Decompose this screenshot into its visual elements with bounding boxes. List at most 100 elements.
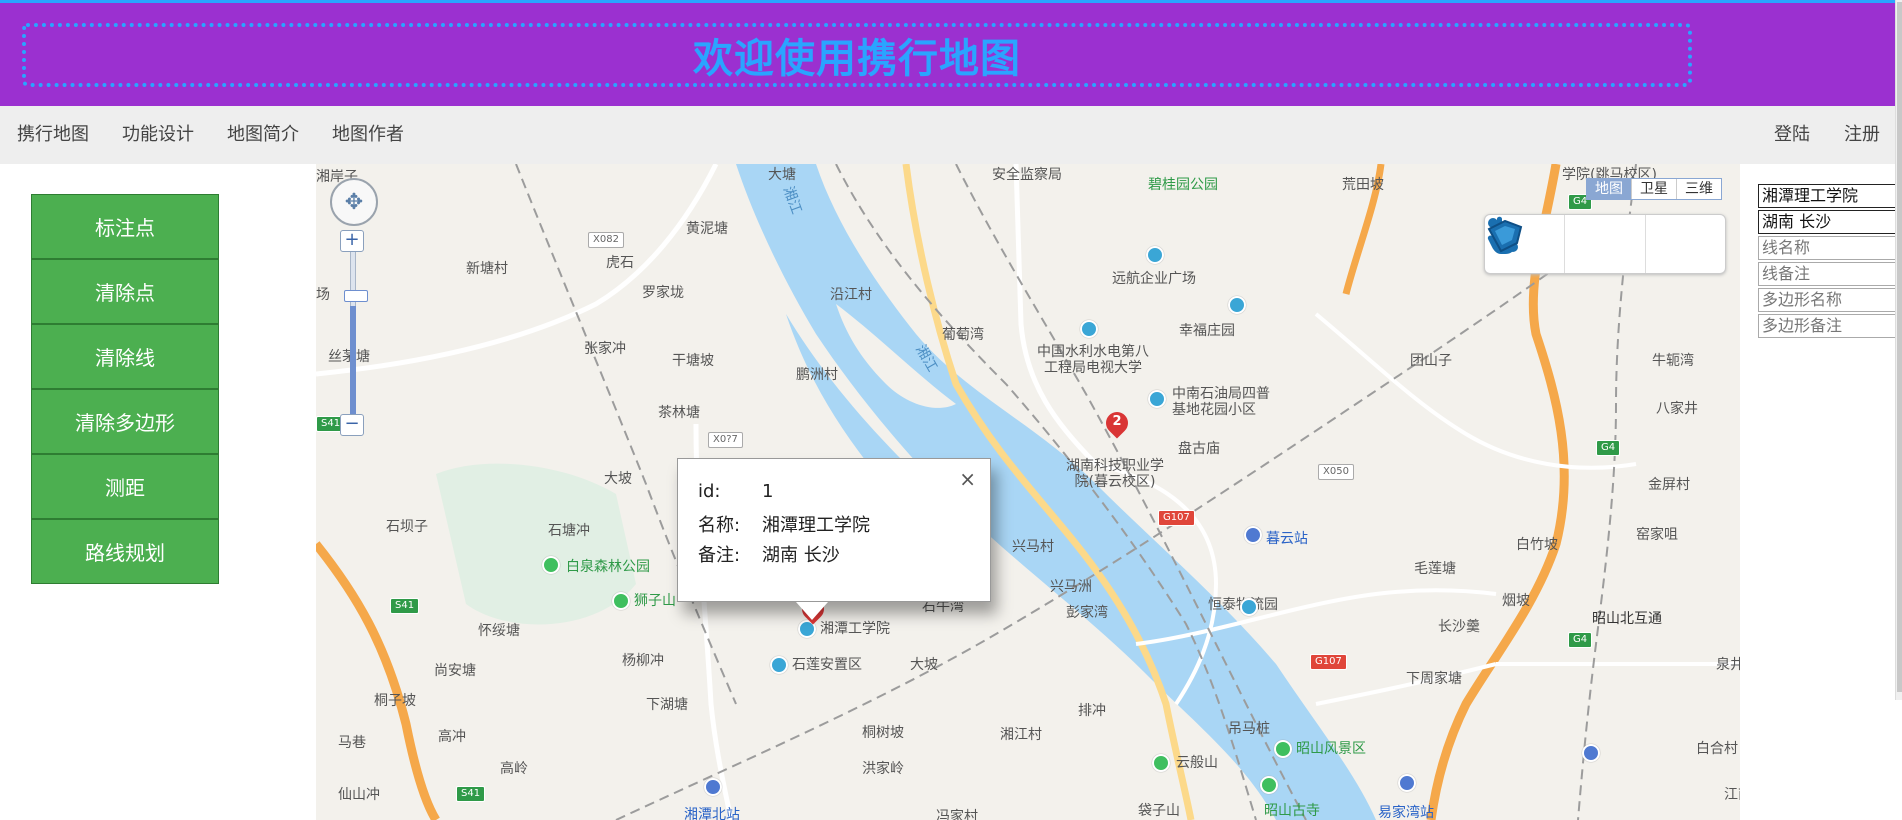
- poi-icon: [1146, 246, 1168, 264]
- station-icon: [704, 778, 726, 796]
- popup-value: 1: [762, 481, 774, 502]
- polygon-name-input[interactable]: 多边形名称: [1758, 288, 1898, 312]
- map-marker-2[interactable]: 2: [1101, 407, 1133, 440]
- map-type-map[interactable]: 地图: [1587, 179, 1631, 199]
- drawing-toolbar: [1484, 214, 1726, 274]
- place-label: 桐树坡: [862, 725, 904, 741]
- clear-points-button[interactable]: 清除点: [31, 259, 219, 324]
- place-label: 罗家垅: [642, 285, 684, 301]
- map-type-3d[interactable]: 三维: [1676, 179, 1721, 199]
- place-label: 兴马洲: [1050, 579, 1092, 595]
- place-label: 杨柳冲: [622, 653, 664, 669]
- map-type-switch: 地图 卫星 三维: [1586, 178, 1722, 200]
- road-shield: G107: [1158, 510, 1195, 526]
- place-label: 虎石: [606, 255, 634, 271]
- place-label: 尚安塘: [434, 663, 476, 679]
- poi-icon: [1148, 390, 1170, 408]
- place-label: 高岭: [500, 761, 528, 777]
- marker-number: 2: [1112, 414, 1122, 429]
- road-shield: X082: [588, 232, 624, 248]
- park-icon: [1152, 754, 1174, 772]
- place-label: 昭山北互通: [1592, 611, 1662, 627]
- popup-key: id:: [698, 481, 721, 502]
- page: 欢迎使用携行地图 携行地图 功能设计 地图简介 地图作者 登陆 注册 标注点 清…: [0, 0, 1902, 820]
- place-label: 暮云站: [1266, 531, 1308, 547]
- route-planning-button[interactable]: 路线规划: [31, 519, 219, 584]
- pan-control[interactable]: ✥: [330, 178, 378, 226]
- place-label: 葡萄湾: [942, 327, 984, 343]
- place-label: 袋子山: [1138, 803, 1180, 819]
- place-label: 金屏村: [1648, 477, 1690, 493]
- poi-icon: [1240, 598, 1262, 616]
- place-label: 桐子坡: [374, 693, 416, 709]
- clear-lines-button[interactable]: 清除线: [31, 324, 219, 389]
- zoom-handle[interactable]: [344, 290, 368, 302]
- place-label: 高冲: [438, 729, 466, 745]
- line-name-input[interactable]: 线名称: [1758, 236, 1898, 260]
- place-label: 场: [316, 287, 330, 303]
- place-label: 黄泥塘: [686, 221, 728, 237]
- place-label: 碧桂园公园: [1148, 177, 1218, 193]
- polygon-note-input[interactable]: 多边形备注: [1758, 314, 1898, 338]
- place-label: 仙山冲: [338, 787, 380, 803]
- info-popup: × id: 1 名称: 湘潭理工学院 备注: 湖南 长沙: [677, 458, 991, 620]
- road-shield: G107: [1310, 654, 1347, 670]
- map-type-satellite[interactable]: 卫星: [1631, 179, 1676, 199]
- place-label: 白泉森林公园: [566, 559, 650, 575]
- station-icon: [1398, 774, 1420, 792]
- mark-point-button[interactable]: 标注点: [31, 194, 219, 259]
- place-label: 荒田坡: [1342, 177, 1384, 193]
- place-label: 江南: [1724, 787, 1740, 803]
- place-label: 远航企业广场: [1112, 271, 1196, 287]
- zoom-fill: [350, 306, 356, 414]
- place-label: 泉井: [1716, 657, 1740, 673]
- nav-item-login[interactable]: 登陆: [1774, 106, 1810, 164]
- place-label: 茶林塘: [658, 405, 700, 421]
- nav-item-author[interactable]: 地图作者: [332, 106, 404, 164]
- nav-item-intro[interactable]: 地图简介: [227, 106, 299, 164]
- place-label: 沿江村: [830, 287, 872, 303]
- zoom-out-button[interactable]: −: [340, 414, 364, 436]
- road-shield: X050: [1318, 464, 1354, 480]
- tool-sidebar: 标注点 清除点 清除线 清除多边形 测距 路线规划: [31, 194, 219, 584]
- place-label: 大坡: [604, 471, 632, 487]
- polygon-icon: [1487, 219, 1523, 253]
- place-label: 昭山风景区: [1296, 741, 1366, 757]
- point-name-input[interactable]: 湘潭理工学院: [1758, 184, 1898, 208]
- place-label: 马巷: [338, 735, 366, 751]
- place-label: 鹏洲村: [796, 367, 838, 383]
- map-canvas[interactable]: 湘江 湘江 湘岸子 大塘 安全监察局 碧桂园公园 荒田坡 学院(跳马校区) 黄泥…: [316, 164, 1740, 820]
- line-note-input[interactable]: 线备注: [1758, 262, 1898, 286]
- zoom-slider[interactable]: [344, 236, 362, 414]
- draw-line-tool[interactable]: [1488, 215, 1644, 273]
- measure-distance-button[interactable]: 测距: [31, 454, 219, 519]
- page-title: 欢迎使用携行地图: [693, 36, 1021, 82]
- zoom-in-button[interactable]: +: [340, 230, 364, 252]
- road-shield: G4: [1568, 632, 1593, 648]
- place-label: 盘古庙: [1178, 441, 1220, 457]
- poi-icon: [1228, 296, 1250, 314]
- draw-polygon-tool[interactable]: [1487, 215, 1725, 273]
- nav-item-home[interactable]: 携行地图: [17, 106, 89, 164]
- popup-close-button[interactable]: ×: [959, 467, 976, 491]
- point-note-input[interactable]: 湖南 长沙: [1758, 210, 1898, 234]
- place-label: 怀绥塘: [478, 623, 520, 639]
- header-frame: 欢迎使用携行地图: [22, 23, 1692, 87]
- park-icon: [612, 592, 634, 610]
- clear-polygons-button[interactable]: 清除多边形: [31, 389, 219, 454]
- top-nav: 携行地图 功能设计 地图简介 地图作者 登陆 注册: [0, 106, 1895, 164]
- place-label: 易家湾站: [1378, 805, 1434, 820]
- nav-item-register[interactable]: 注册: [1844, 106, 1880, 164]
- place-label: 冯家村: [936, 809, 978, 820]
- place-label: 新塘村: [466, 261, 508, 277]
- park-icon: [1274, 740, 1296, 758]
- place-label: 大塘: [768, 167, 796, 183]
- popup-tail: [796, 602, 828, 620]
- place-label: 幸福庄园: [1179, 323, 1235, 339]
- place-label: 湘江村: [1000, 727, 1042, 743]
- popup-row-note: 备注: 湖南 长沙: [698, 541, 840, 567]
- scrollbar-thumb[interactable]: [1897, 2, 1902, 692]
- nav-item-design[interactable]: 功能设计: [122, 106, 194, 164]
- header-banner: 欢迎使用携行地图: [0, 0, 1895, 106]
- vertical-scrollbar[interactable]: [1895, 0, 1902, 700]
